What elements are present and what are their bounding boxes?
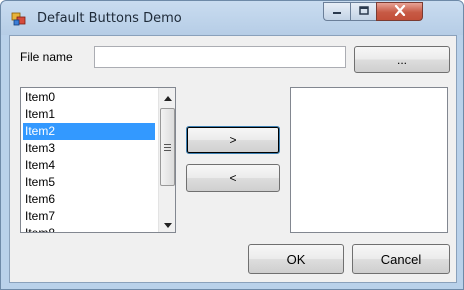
browse-button[interactable]: ...: [354, 46, 450, 73]
list-item[interactable]: Item8: [23, 225, 155, 232]
file-name-input[interactable]: [94, 46, 346, 68]
available-items: Item0 Item1 Item2 Item3 Item4 Item5 Item…: [23, 89, 155, 232]
close-icon: [394, 4, 406, 19]
minimize-icon: [332, 5, 342, 19]
list-item[interactable]: Item0: [23, 89, 155, 106]
list-item[interactable]: Item7: [23, 208, 155, 225]
selected-items-list[interactable]: [290, 87, 448, 233]
chevron-down-icon: [163, 217, 172, 231]
grip-icon: [164, 140, 171, 154]
remove-item-button[interactable]: <: [186, 164, 280, 192]
available-items-list[interactable]: Item0 Item1 Item2 Item3 Item4 Item5 Item…: [20, 87, 176, 233]
chevron-up-icon: [163, 90, 172, 104]
dialog-window: Default Buttons Demo File name ... Item0…: [0, 0, 464, 290]
windows-forms-icon[interactable]: [11, 11, 27, 27]
list-item[interactable]: Item3: [23, 140, 155, 157]
window-title: Default Buttons Demo: [37, 11, 182, 26]
maximize-button[interactable]: [350, 2, 376, 21]
file-name-label: File name: [20, 50, 73, 64]
list-item[interactable]: Item6: [23, 191, 155, 208]
list-item[interactable]: Item1: [23, 106, 155, 123]
scroll-thumb[interactable]: [160, 108, 175, 186]
list-scrollbar[interactable]: [158, 88, 175, 232]
list-item[interactable]: Item4: [23, 157, 155, 174]
scroll-up-button[interactable]: [159, 88, 175, 105]
dialog-client-area: File name ... Item0 Item1 Item2 Item3 It…: [9, 35, 457, 283]
ok-button[interactable]: OK: [248, 244, 344, 274]
minimize-button[interactable]: [323, 2, 350, 21]
add-item-button[interactable]: >: [186, 126, 280, 154]
close-button[interactable]: [376, 2, 423, 21]
maximize-icon: [358, 5, 369, 19]
title-bar[interactable]: Default Buttons Demo: [1, 1, 463, 35]
cancel-button[interactable]: Cancel: [352, 244, 450, 274]
list-item[interactable]: Item5: [23, 174, 155, 191]
scroll-down-button[interactable]: [159, 215, 175, 232]
list-item-selected[interactable]: Item2: [23, 123, 155, 140]
